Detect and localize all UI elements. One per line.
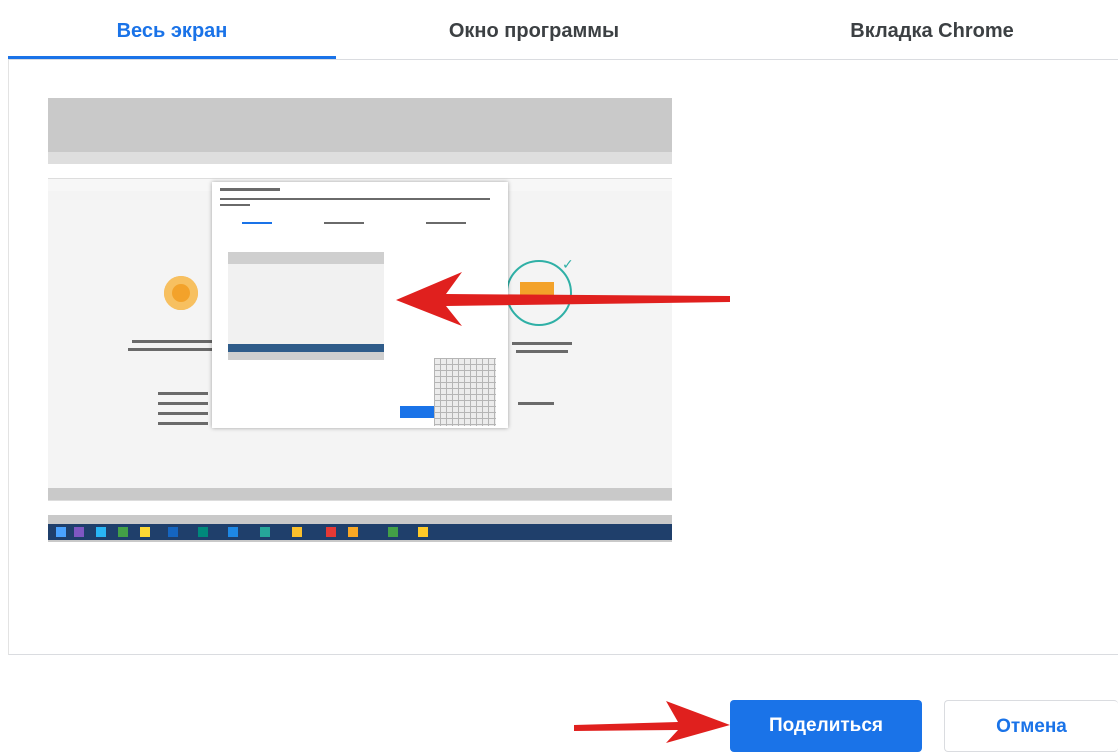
preview-address-bar [48, 164, 672, 179]
arrow-to-thumbnail-icon [396, 272, 730, 326]
taskbar-app-icon [388, 527, 398, 537]
share-source-tabs: Весь экран Окно программы Вкладка Chrome [0, 0, 1118, 60]
preview-grid-thumbnail [434, 358, 496, 426]
windows-start-icon [56, 527, 66, 537]
preview-nested-screen [228, 264, 384, 344]
taskbar-app-icon [260, 527, 270, 537]
preview-dialog-text [220, 198, 490, 200]
preview-dialog-text [220, 204, 250, 206]
taskbar-app-icon [418, 527, 428, 537]
preview-share-button [400, 406, 436, 418]
preview-nested-thumbnail [228, 252, 384, 360]
preview-dialog-tab [324, 222, 364, 224]
tab-chrome-tab[interactable]: Вкладка Chrome [746, 0, 1118, 58]
taskbar-app-icon [140, 527, 150, 537]
preview-text-line [158, 412, 208, 415]
preview-text-line [516, 350, 568, 353]
taskbar-app-icon [292, 527, 302, 537]
preview-text-line [158, 422, 208, 425]
tab-application-window[interactable]: Окно программы [356, 0, 712, 58]
taskbar-app-icon [198, 527, 208, 537]
taskbar-app-icon [168, 527, 178, 537]
preview-text-line [512, 342, 572, 345]
taskbar-app-icon [326, 527, 336, 537]
taskbar-app-icon [118, 527, 128, 537]
preview-text-line [128, 348, 218, 351]
taskbar-app-icon [96, 527, 106, 537]
taskbar-app-icon [228, 527, 238, 537]
webcam-icon [164, 276, 198, 310]
taskbar-app-icon [348, 527, 358, 537]
preview-text-line [132, 340, 212, 343]
tab-entire-screen[interactable]: Весь экран [8, 0, 336, 58]
preview-taskbar [48, 524, 672, 540]
preview-dialog-tab [242, 222, 272, 224]
preview-text-line [518, 402, 554, 405]
preview-dialog-tab [426, 222, 466, 224]
cancel-button[interactable]: Отмена [944, 700, 1118, 752]
preview-download-bar [48, 500, 672, 515]
preview-nested-taskbar [228, 344, 384, 352]
preview-text-line [158, 402, 208, 405]
arrow-to-share-button-icon [574, 701, 730, 743]
taskbar-app-icon [74, 527, 84, 537]
preview-browser-tabbar [48, 152, 672, 164]
share-button[interactable]: Поделиться [730, 700, 922, 752]
preview-dialog-title [220, 188, 280, 191]
preview-text-line [158, 392, 208, 395]
